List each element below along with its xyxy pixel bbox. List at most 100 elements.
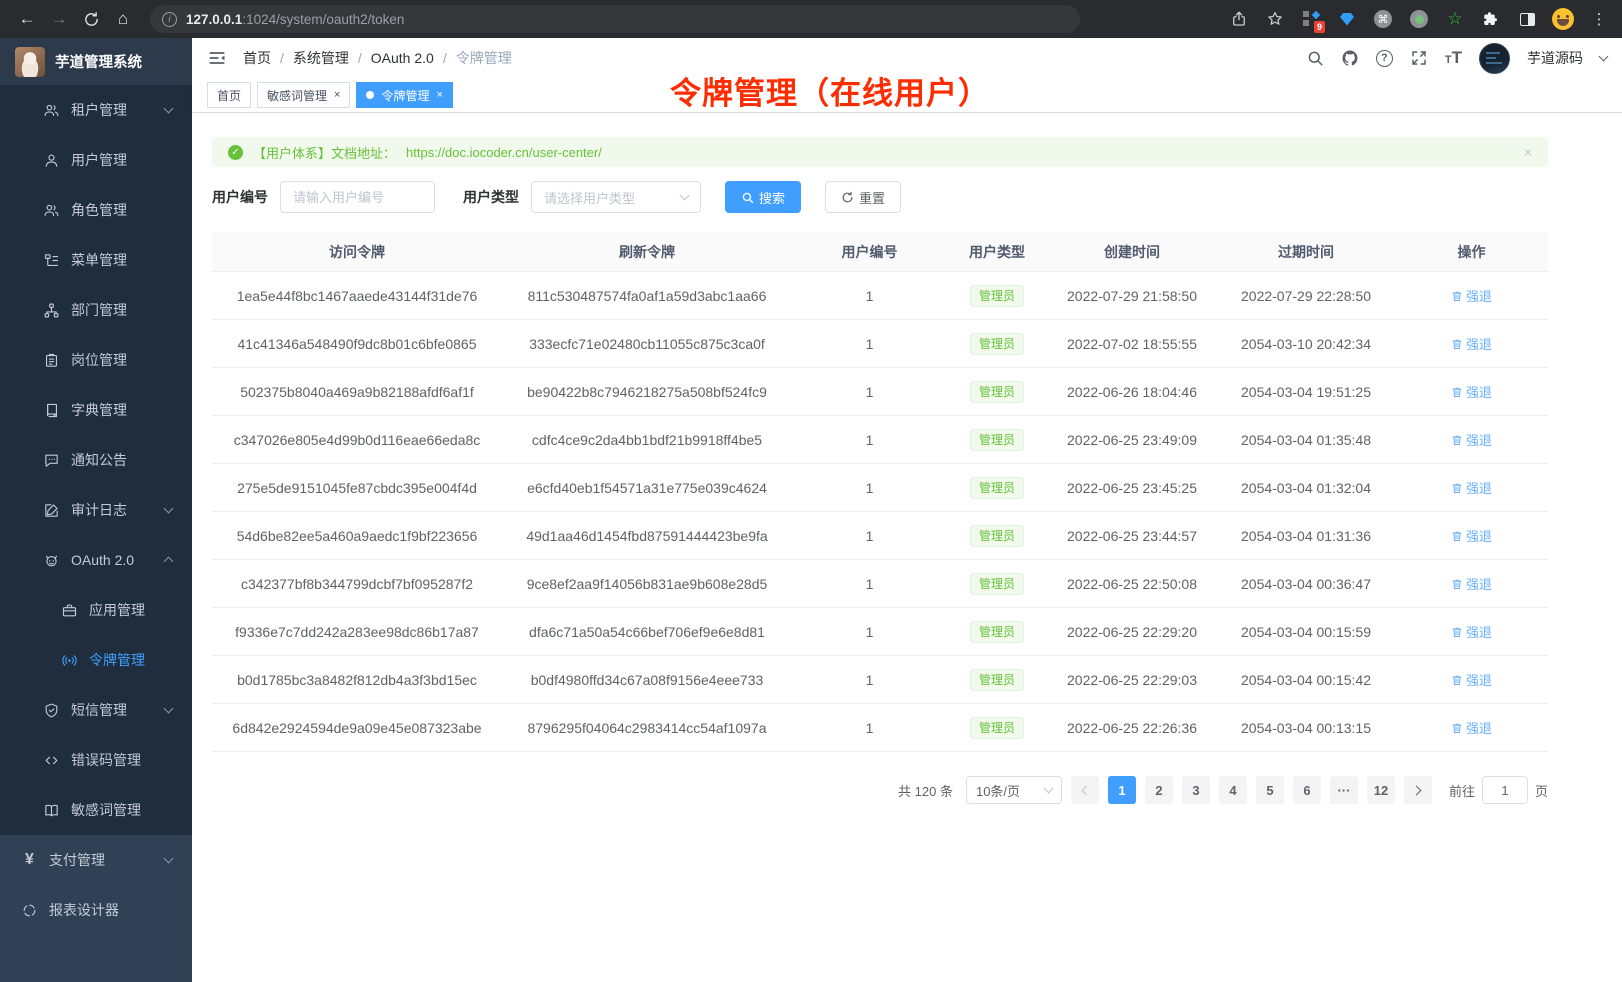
page-ellipsis-button[interactable]: ··· xyxy=(1330,776,1358,804)
created-time-cell: 2022-06-25 22:50:08 xyxy=(1047,576,1217,592)
force-logout-button[interactable]: 强退 xyxy=(1451,622,1492,641)
prev-page-button[interactable] xyxy=(1071,776,1099,804)
page-button-2[interactable]: 2 xyxy=(1145,776,1173,804)
goto-label: 前往 xyxy=(1449,781,1475,800)
alert-close-icon[interactable]: × xyxy=(1524,144,1532,160)
created-time-cell: 2022-07-02 18:55:55 xyxy=(1047,336,1217,352)
github-icon[interactable] xyxy=(1341,49,1359,67)
breadcrumb-item[interactable]: 首页 xyxy=(243,48,271,68)
sidebar-item-post[interactable]: 岗位管理 xyxy=(0,335,192,385)
tab-敏感词管理[interactable]: 敏感词管理× xyxy=(257,82,350,108)
chrome-menu-icon[interactable]: ⋮ xyxy=(1588,8,1610,30)
force-logout-button[interactable]: 强退 xyxy=(1451,718,1492,737)
font-size-icon[interactable]: TT xyxy=(1445,48,1462,68)
force-logout-button[interactable]: 强退 xyxy=(1451,574,1492,593)
profile-avatar[interactable] xyxy=(1552,8,1574,30)
sidebar-item-label: 报表设计器 xyxy=(49,900,119,920)
sidebar-item-dict[interactable]: 字典管理 xyxy=(0,385,192,435)
column-header: 过期时间 xyxy=(1217,242,1395,262)
created-time-cell: 2022-06-25 22:29:20 xyxy=(1047,624,1217,640)
sidebar-item-sensitive[interactable]: 敏感词管理 xyxy=(0,785,192,835)
command-extension-icon[interactable]: ⌘ xyxy=(1372,8,1394,30)
home-icon[interactable]: ⌂ xyxy=(108,4,138,34)
goto-page-input[interactable] xyxy=(1482,776,1528,804)
sidebar-item-tenant[interactable]: 租户管理 xyxy=(0,85,192,135)
user-menu-caret-icon[interactable] xyxy=(1599,51,1609,61)
tab-首页[interactable]: 首页 xyxy=(207,82,251,108)
sidebar-item-oauth2[interactable]: OAuth 2.0 xyxy=(0,535,192,585)
page-button-3[interactable]: 3 xyxy=(1182,776,1210,804)
expire-time-cell: 2054-03-04 01:32:04 xyxy=(1217,480,1395,496)
collapse-sidebar-icon[interactable] xyxy=(207,48,227,68)
access-token-cell: 502375b8040a469a9b82188afdf6af1f xyxy=(212,384,502,400)
force-logout-button[interactable]: 强退 xyxy=(1451,334,1492,353)
extension-grid-icon[interactable]: 9 xyxy=(1300,8,1322,30)
table-row: 275e5de9151045fe87cbdc395e004f4de6cfd40e… xyxy=(212,464,1548,512)
breadcrumb-item[interactable]: 系统管理 xyxy=(293,48,349,68)
green-star-extension-icon[interactable]: ☆ xyxy=(1444,8,1466,30)
sidebar-item-sms[interactable]: 短信管理 xyxy=(0,685,192,735)
sidebar-item-token[interactable]: 令牌管理 xyxy=(0,635,192,685)
recorder-extension-icon[interactable] xyxy=(1408,8,1430,30)
reset-button[interactable]: 重置 xyxy=(825,181,901,213)
user-id-cell: 1 xyxy=(792,384,947,400)
user-type-select[interactable]: 请选择用户类型 xyxy=(531,181,701,213)
pagination: 共 120 条 10条/页 123456···12 前往 页 xyxy=(212,776,1548,804)
breadcrumb-item[interactable]: OAuth 2.0 xyxy=(371,50,434,66)
sidebar-item-notice[interactable]: 通知公告 xyxy=(0,435,192,485)
breadcrumb-item: 令牌管理 xyxy=(456,48,512,68)
tab-令牌管理[interactable]: 令牌管理 × xyxy=(356,82,452,108)
tab-close-icon[interactable]: × xyxy=(436,90,442,101)
next-page-button[interactable] xyxy=(1404,776,1432,804)
page-button-5[interactable]: 5 xyxy=(1256,776,1284,804)
sidebar-item-menu[interactable]: 菜单管理 xyxy=(0,235,192,285)
refresh-token-cell: b0df4980ffd34c67a08f9156e4eee733 xyxy=(502,672,792,688)
search-icon[interactable] xyxy=(1306,49,1324,67)
force-logout-button[interactable]: 强退 xyxy=(1451,430,1492,449)
tab-label: 令牌管理 xyxy=(381,87,429,104)
sidebar-item-role[interactable]: 角色管理 xyxy=(0,185,192,235)
force-logout-button[interactable]: 强退 xyxy=(1451,286,1492,305)
alert-doc-link[interactable]: https://doc.iocoder.cn/user-center/ xyxy=(406,145,602,160)
url-bar[interactable]: i 127.0.0.1:1024/system/oauth2/token xyxy=(150,5,1080,33)
page-button-1[interactable]: 1 xyxy=(1108,776,1136,804)
user-type-cell: 管理员 xyxy=(947,477,1047,499)
sidebar-item-audit[interactable]: 审计日志 xyxy=(0,485,192,535)
fullscreen-icon[interactable] xyxy=(1410,49,1428,67)
sidebar-item-errcode[interactable]: 错误码管理 xyxy=(0,735,192,785)
puzzle-extensions-icon[interactable] xyxy=(1480,8,1502,30)
sidebar-item-report[interactable]: 报表设计器 xyxy=(0,885,192,935)
app-logo[interactable]: 芋道管理系统 xyxy=(0,38,192,85)
share-icon[interactable] xyxy=(1228,8,1250,30)
force-logout-button[interactable]: 强退 xyxy=(1451,526,1492,545)
bookmark-star-icon[interactable] xyxy=(1264,8,1286,30)
force-logout-button[interactable]: 强退 xyxy=(1451,382,1492,401)
site-info-icon[interactable]: i xyxy=(162,12,177,27)
sidebar-item-pay[interactable]: ¥支付管理 xyxy=(0,835,192,885)
back-icon[interactable]: ← xyxy=(12,4,42,34)
yen-icon: ¥ xyxy=(21,852,38,869)
sidebar-item-dept[interactable]: 部门管理 xyxy=(0,285,192,335)
search-button[interactable]: 搜索 xyxy=(725,181,801,213)
side-panel-icon[interactable] xyxy=(1516,8,1538,30)
token-table: 访问令牌刷新令牌用户编号用户类型创建时间过期时间操作 1ea5e44f8bc14… xyxy=(212,232,1548,752)
help-icon[interactable]: ? xyxy=(1376,50,1393,67)
user-type-cell: 管理员 xyxy=(947,621,1047,643)
created-time-cell: 2022-06-25 23:44:57 xyxy=(1047,528,1217,544)
page-size-select[interactable]: 10条/页 xyxy=(966,776,1062,804)
force-logout-button[interactable]: 强退 xyxy=(1451,478,1492,497)
user-avatar[interactable] xyxy=(1479,43,1510,74)
user-id-input[interactable] xyxy=(280,181,435,213)
page-button-12[interactable]: 12 xyxy=(1367,776,1395,804)
sidebar-item-user[interactable]: 用户管理 xyxy=(0,135,192,185)
tab-close-icon[interactable]: × xyxy=(334,90,340,101)
table-row: c342377bf8b344799dcbf7bf095287f29ce8ef2a… xyxy=(212,560,1548,608)
reload-icon[interactable] xyxy=(76,4,106,34)
forward-icon[interactable]: → xyxy=(44,4,74,34)
gem-extension-icon[interactable] xyxy=(1336,8,1358,30)
username[interactable]: 芋道源码 xyxy=(1527,48,1583,68)
page-button-6[interactable]: 6 xyxy=(1293,776,1321,804)
page-button-4[interactable]: 4 xyxy=(1219,776,1247,804)
force-logout-button[interactable]: 强退 xyxy=(1451,670,1492,689)
sidebar-item-oauth-app[interactable]: 应用管理 xyxy=(0,585,192,635)
